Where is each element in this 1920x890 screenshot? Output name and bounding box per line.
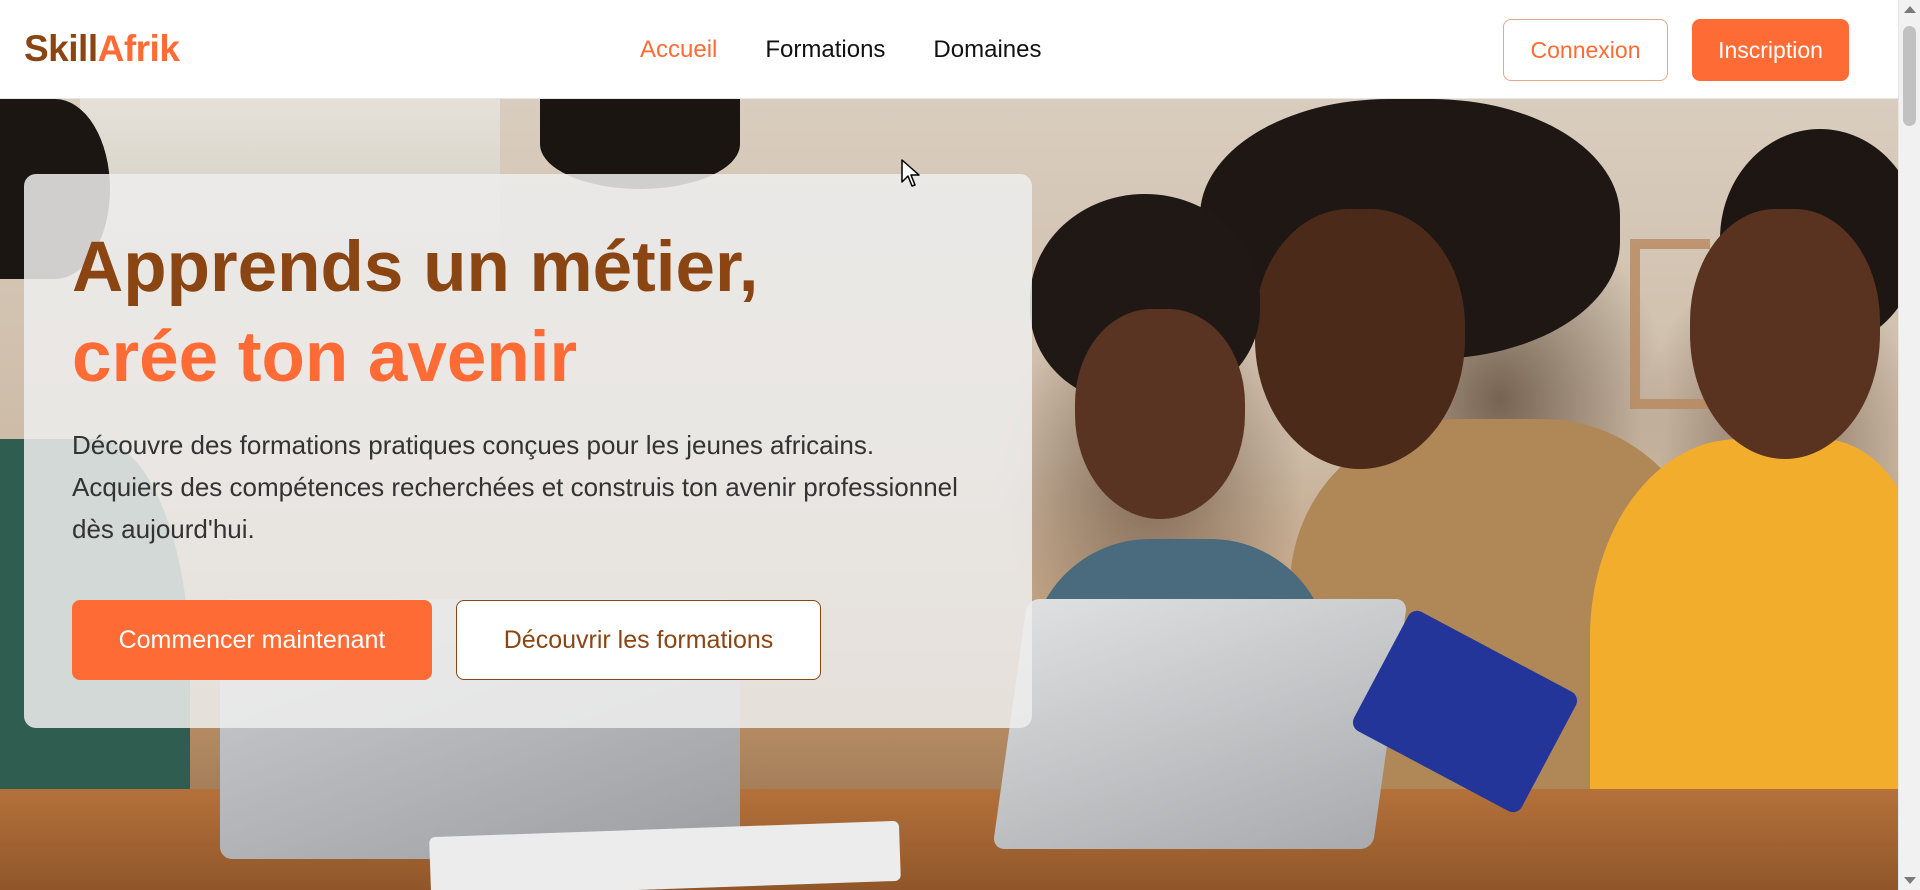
vertical-scrollbar[interactable] <box>1898 0 1920 890</box>
nav-item-domaines[interactable]: Domaines <box>933 36 1041 64</box>
nav-item-formations[interactable]: Formations <box>765 36 885 64</box>
login-button[interactable]: Connexion <box>1503 19 1668 81</box>
logo-part-skill: Skill <box>24 28 98 69</box>
hero-title-line-1: Apprends un métier, <box>72 228 759 307</box>
site-header: SkillAfrik Accueil Formations Domaines C… <box>0 0 1898 99</box>
main-nav: Accueil Formations Domaines <box>640 36 1041 64</box>
nav-item-accueil[interactable]: Accueil <box>640 36 717 64</box>
logo[interactable]: SkillAfrik <box>24 28 180 70</box>
discover-trainings-button[interactable]: Découvrir les formations <box>456 600 821 680</box>
scroll-thumb[interactable] <box>1903 26 1916 126</box>
signup-button[interactable]: Inscription <box>1692 19 1849 81</box>
hero-description: Découvre des formations pratiques conçue… <box>72 430 958 544</box>
logo-part-afrik: Afrik <box>97 28 180 69</box>
scroll-down-arrow-icon[interactable] <box>1904 877 1916 884</box>
hero-title-line-2: crée ton avenir <box>72 318 578 397</box>
background-person-center-face <box>1255 209 1465 469</box>
start-now-button[interactable]: Commencer maintenant <box>72 600 432 680</box>
background-person-second-face <box>1075 309 1245 519</box>
background-laptop-center <box>992 599 1408 849</box>
background-person-right-face <box>1690 209 1880 459</box>
scroll-up-arrow-icon[interactable] <box>1904 6 1916 13</box>
mouse-cursor-icon <box>901 159 920 187</box>
hero-card: Apprends un métier, crée ton avenir Déco… <box>24 174 1032 728</box>
